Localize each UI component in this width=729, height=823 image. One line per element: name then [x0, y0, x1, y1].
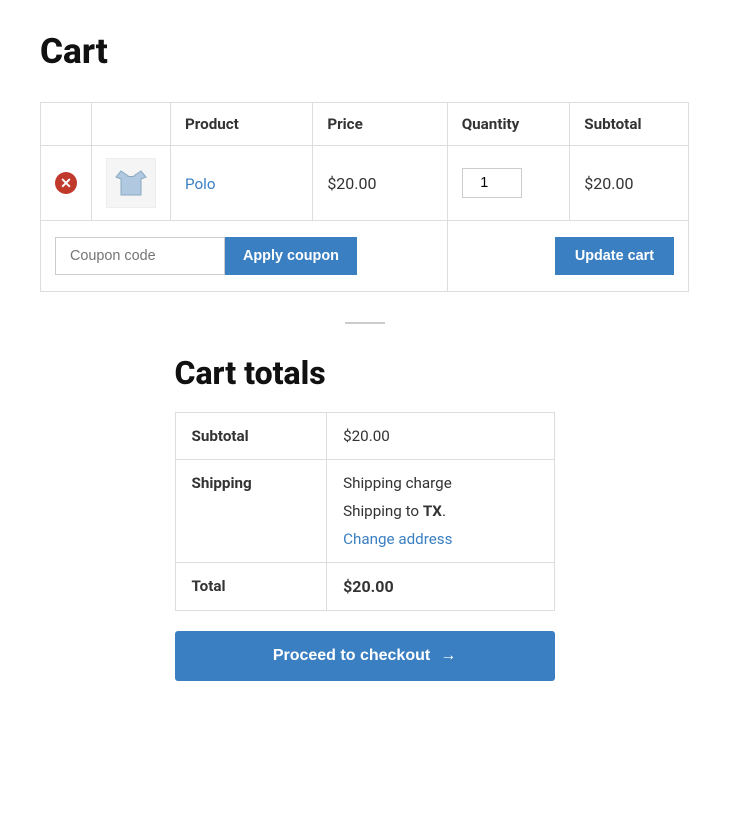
shipping-charge-text: Shipping charge: [343, 474, 537, 492]
shipping-row: Shipping Shipping charge Shipping to TX.…: [175, 460, 554, 563]
col-header-image: [92, 103, 171, 146]
cart-table: Product Price Quantity Subtotal ✕: [40, 102, 689, 292]
checkout-button-wrapper: Proceed to checkout →: [175, 631, 555, 681]
checkout-arrow-icon: →: [440, 647, 456, 665]
apply-coupon-button[interactable]: Apply coupon: [225, 237, 357, 275]
total-amount: $20.00: [343, 577, 394, 596]
section-divider: [345, 322, 385, 324]
col-header-remove: [41, 103, 92, 146]
product-image: [106, 158, 156, 208]
update-cart-button[interactable]: Update cart: [555, 237, 674, 275]
subtotal-cell: $20.00: [570, 146, 689, 221]
total-value-cell: $20.00: [327, 563, 554, 611]
subtotal-row: Subtotal $20.00: [175, 413, 554, 460]
product-name-cell: Polo: [171, 146, 313, 221]
product-link[interactable]: Polo: [185, 175, 216, 193]
page-title: Cart: [40, 30, 689, 72]
price-cell: $20.00: [313, 146, 447, 221]
cart-totals-section: Cart totals Subtotal $20.00 Shipping Shi…: [175, 354, 555, 681]
table-row: ✕ Polo $20.00 $20.00: [41, 146, 689, 221]
remove-icon: ✕: [55, 172, 77, 194]
quantity-cell: [447, 146, 570, 221]
total-label: Total: [175, 563, 327, 611]
coupon-cell: Apply coupon: [41, 221, 448, 292]
image-cell: [92, 146, 171, 221]
proceed-to-checkout-button[interactable]: Proceed to checkout →: [175, 631, 555, 681]
quantity-input[interactable]: [462, 168, 522, 198]
remove-item-button[interactable]: ✕: [55, 172, 77, 194]
shipping-to-text: Shipping to TX.: [343, 502, 537, 520]
update-cart-cell: Update cart: [447, 221, 688, 292]
change-address-link[interactable]: Change address: [343, 530, 537, 548]
shipping-label: Shipping: [175, 460, 327, 563]
checkout-label: Proceed to checkout: [273, 647, 430, 665]
shipping-location: TX: [423, 502, 442, 520]
coupon-input[interactable]: [55, 237, 225, 275]
cart-totals-title: Cart totals: [175, 354, 555, 392]
col-header-subtotal: Subtotal: [570, 103, 689, 146]
col-header-price: Price: [313, 103, 447, 146]
subtotal-label: Subtotal: [175, 413, 327, 460]
col-header-product: Product: [171, 103, 313, 146]
shipping-to-label: Shipping to: [343, 502, 419, 520]
totals-table: Subtotal $20.00 Shipping Shipping charge…: [175, 412, 555, 611]
coupon-row: Apply coupon Update cart: [41, 221, 689, 292]
subtotal-value: $20.00: [327, 413, 554, 460]
remove-cell: ✕: [41, 146, 92, 221]
total-row: Total $20.00: [175, 563, 554, 611]
shipping-value-cell: Shipping charge Shipping to TX. Change a…: [327, 460, 554, 563]
col-header-quantity: Quantity: [447, 103, 570, 146]
